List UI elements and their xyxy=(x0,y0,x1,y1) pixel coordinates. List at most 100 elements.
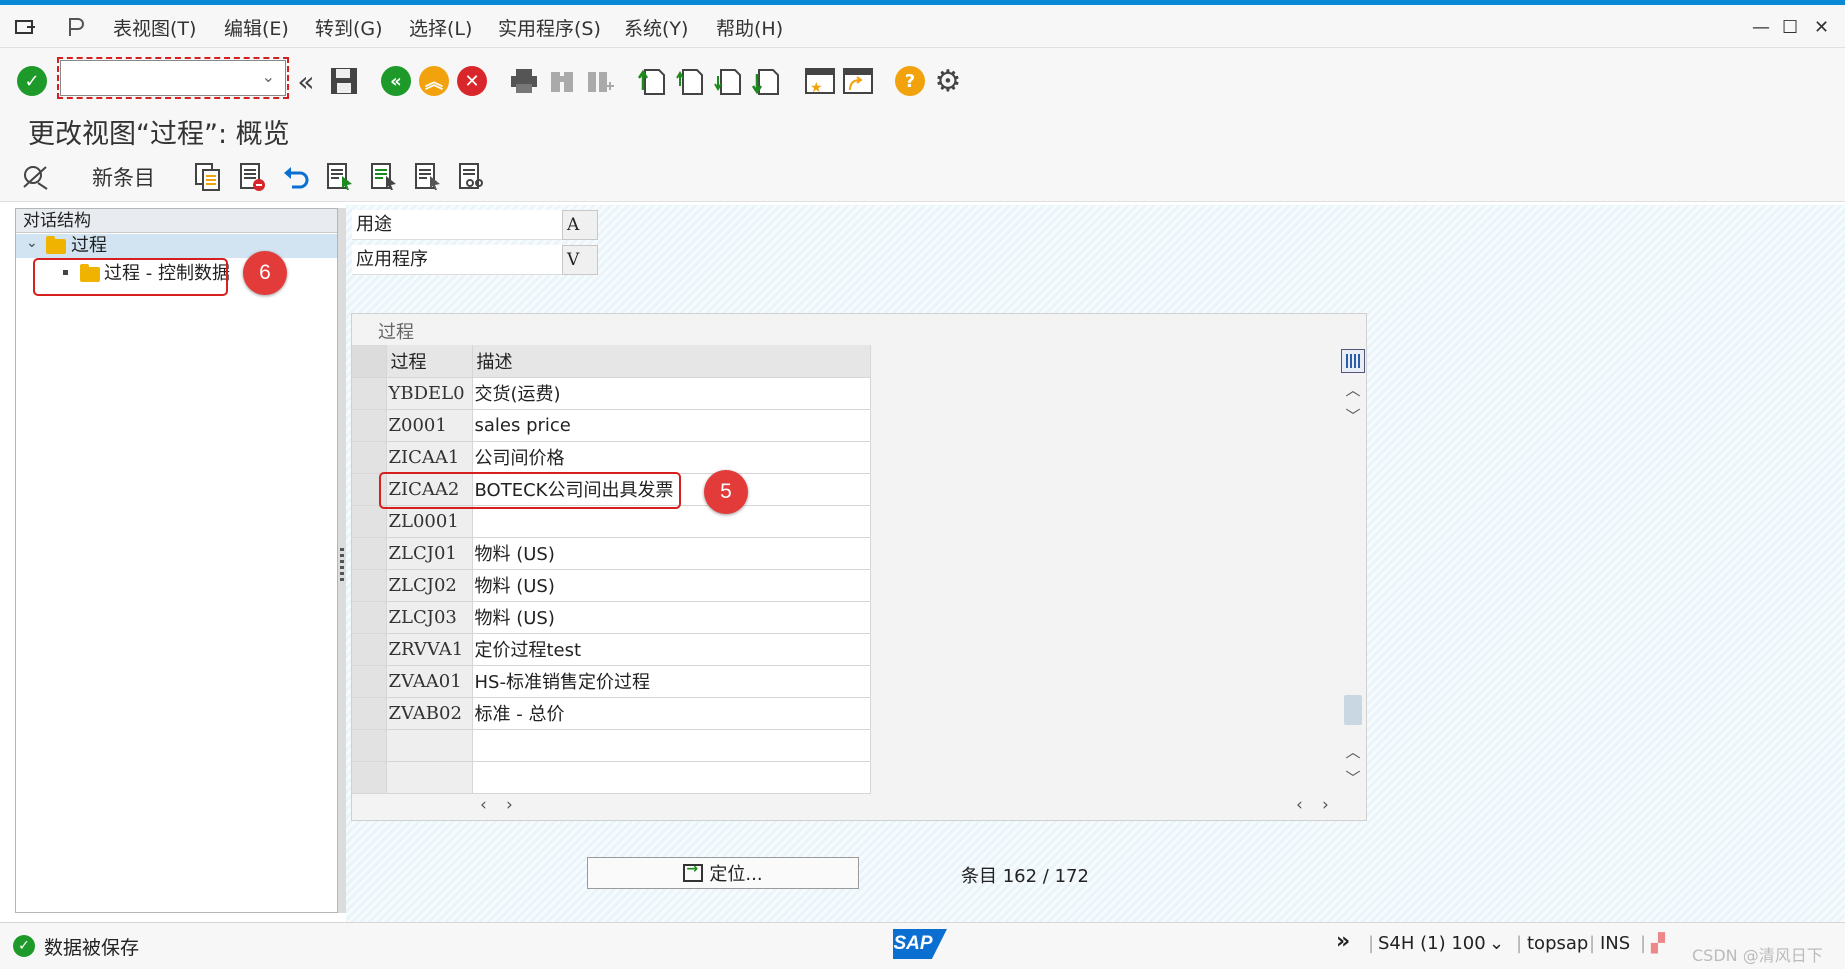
find-next-icon[interactable] xyxy=(584,65,616,97)
menu-edit[interactable]: 编辑(E) xyxy=(224,14,289,41)
row-selector[interactable] xyxy=(352,569,387,602)
row-selector[interactable] xyxy=(352,761,387,794)
scroll-up-icon[interactable]: ︿ xyxy=(1341,377,1365,401)
maximize-icon[interactable]: ☐ xyxy=(1782,17,1798,38)
application-field[interactable]: V xyxy=(562,245,598,275)
help-icon[interactable]: ? xyxy=(894,65,926,97)
menu-goto[interactable]: 转到(G) xyxy=(315,14,383,41)
cell-description[interactable]: 物料 (US) xyxy=(472,537,871,570)
cell-description[interactable]: 定价过程test xyxy=(472,633,871,666)
last-page-icon[interactable] xyxy=(750,65,782,97)
chevron-down-icon[interactable]: ⌄ xyxy=(26,235,38,251)
table-row[interactable]: ZVAA01 HS-标准销售定价过程 xyxy=(352,665,871,698)
deselect-all-icon[interactable] xyxy=(413,160,443,194)
splitter[interactable] xyxy=(338,208,346,913)
scroll-right-icon[interactable]: › xyxy=(1322,795,1329,815)
table-row[interactable]: ZVAB02 标准 - 总价 xyxy=(352,697,871,730)
row-selector[interactable] xyxy=(352,505,387,538)
cell-procedure[interactable]: ZL0001 xyxy=(386,505,473,538)
scroll-page-up-icon[interactable]: ︿ xyxy=(1341,739,1365,763)
select-all-cell[interactable] xyxy=(352,345,387,378)
menu-icon[interactable] xyxy=(10,11,42,43)
select-all-icon[interactable] xyxy=(325,160,355,194)
display-change-icon[interactable] xyxy=(20,160,50,194)
cell-procedure[interactable]: ZVAB02 xyxy=(386,697,473,730)
command-field[interactable]: ⌄ xyxy=(60,60,286,96)
close-window-icon[interactable]: ✕ xyxy=(1814,17,1829,38)
scroll-left-icon[interactable]: ‹ xyxy=(480,795,487,815)
cell-description[interactable]: 交货(运费) xyxy=(472,377,871,410)
cell-procedure[interactable]: Z0001 xyxy=(386,409,473,442)
delete-icon[interactable] xyxy=(237,160,267,194)
first-page-icon[interactable] xyxy=(636,65,668,97)
print-icon[interactable] xyxy=(508,65,540,97)
select-block-icon[interactable] xyxy=(369,160,399,194)
cell-description[interactable] xyxy=(472,505,871,538)
row-selector[interactable] xyxy=(352,441,387,474)
table-row[interactable]: ZLCJ03 物料 (US) xyxy=(352,601,871,634)
cell-procedure[interactable]: ZICAA1 xyxy=(386,441,473,474)
shortcut-icon[interactable] xyxy=(842,65,874,97)
cell-procedure[interactable] xyxy=(386,729,473,762)
status-expand-icon[interactable]: » xyxy=(1336,929,1350,954)
cell-description[interactable] xyxy=(472,761,871,794)
column-header-procedure[interactable]: 过程 xyxy=(386,345,473,378)
create-session-icon[interactable]: ★ xyxy=(804,65,836,97)
new-entries-button[interactable]: 新条目 xyxy=(92,162,155,192)
cell-procedure[interactable]: ZRVVA1 xyxy=(386,633,473,666)
table-row[interactable] xyxy=(352,729,871,762)
back-chevrons-icon[interactable]: « xyxy=(290,65,322,98)
row-selector[interactable] xyxy=(352,729,387,762)
menu-system[interactable]: 系统(Y) xyxy=(624,14,688,41)
cell-description[interactable]: HS-标准销售定价过程 xyxy=(472,665,871,698)
command-input[interactable] xyxy=(61,61,285,95)
menu-utilities[interactable]: 实用程序(S) xyxy=(498,14,601,41)
row-selector[interactable] xyxy=(352,537,387,570)
table-row[interactable]: Z0001 sales price xyxy=(352,409,871,442)
cancel-icon[interactable]: ✕ xyxy=(456,65,488,97)
undo-icon[interactable] xyxy=(281,160,311,194)
exit-icon[interactable]: ︽ xyxy=(418,65,450,97)
save-icon[interactable] xyxy=(328,65,360,97)
back-icon[interactable]: « xyxy=(380,65,412,97)
splitter-grip-icon[interactable] xyxy=(340,548,344,584)
enter-icon[interactable]: ✓ xyxy=(16,65,48,97)
cell-description[interactable] xyxy=(472,729,871,762)
cell-procedure[interactable]: YBDEL0 xyxy=(386,377,473,410)
row-selector[interactable] xyxy=(352,697,387,730)
table-row[interactable] xyxy=(352,761,871,794)
cell-procedure[interactable]: ZLCJ03 xyxy=(386,601,473,634)
cell-procedure[interactable]: ZVAA01 xyxy=(386,665,473,698)
settings-icon[interactable]: ⚙ xyxy=(932,64,964,99)
find-icon[interactable] xyxy=(546,65,578,97)
row-selector[interactable] xyxy=(352,409,387,442)
previous-page-icon[interactable] xyxy=(674,65,706,97)
chevron-down-icon[interactable]: ⌄ xyxy=(1489,933,1504,954)
scroll-page-down-icon[interactable]: ﹀ xyxy=(1341,403,1365,427)
table-row[interactable]: YBDEL0 交货(运费) xyxy=(352,377,871,410)
table-row[interactable]: ZRVVA1 定价过程test xyxy=(352,633,871,666)
table-row[interactable]: ZL0001 xyxy=(352,505,871,538)
layout-menu-icon[interactable] xyxy=(60,11,92,43)
chevron-down-icon[interactable]: ⌄ xyxy=(262,67,275,86)
row-selector[interactable] xyxy=(352,665,387,698)
cell-procedure[interactable]: ZLCJ01 xyxy=(386,537,473,570)
cell-description[interactable]: BOTECK公司间出具发票 xyxy=(472,473,871,506)
table-row[interactable]: ZICAA1 公司间价格 xyxy=(352,441,871,474)
menu-selection[interactable]: 选择(L) xyxy=(409,14,472,41)
cell-procedure[interactable] xyxy=(386,761,473,794)
cell-description[interactable]: 公司间价格 xyxy=(472,441,871,474)
cell-description[interactable]: 物料 (US) xyxy=(472,601,871,634)
usage-field[interactable]: A xyxy=(562,210,598,240)
scrollbar-thumb[interactable] xyxy=(1344,695,1362,725)
scroll-left-icon[interactable]: ‹ xyxy=(1296,795,1303,815)
row-selector[interactable] xyxy=(352,601,387,634)
row-selector[interactable] xyxy=(352,377,387,410)
cell-description[interactable]: 物料 (US) xyxy=(472,569,871,602)
table-row[interactable]: ZICAA2 BOTECK公司间出具发票 xyxy=(352,473,871,506)
row-selector[interactable] xyxy=(352,473,387,506)
scroll-down-icon[interactable]: ﹀ xyxy=(1341,765,1365,789)
table-row[interactable]: ZLCJ01 物料 (US) xyxy=(352,537,871,570)
menu-table-view[interactable]: 表视图(T) xyxy=(113,14,196,41)
column-config-icon[interactable] xyxy=(1341,349,1365,373)
